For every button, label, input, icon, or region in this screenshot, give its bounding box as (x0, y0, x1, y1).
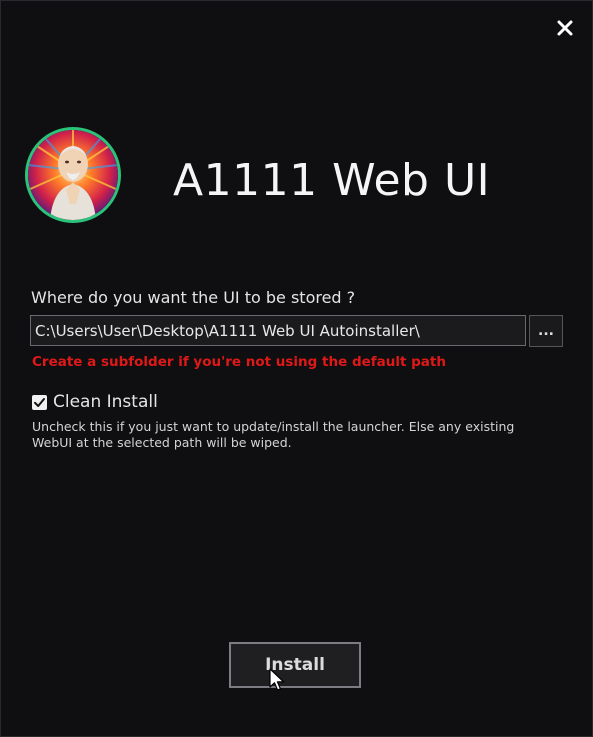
browse-button[interactable]: ... (529, 315, 563, 347)
install-path-prompt: Where do you want the UI to be stored ? (31, 288, 356, 307)
clean-install-checkbox[interactable] (32, 395, 47, 410)
clean-install-hint: Uncheck this if you just want to update/… (32, 419, 515, 450)
install-path-input[interactable] (30, 315, 526, 346)
installer-window: A1111 Web UI Where do you want the UI to… (0, 0, 593, 737)
subfolder-warning: Create a subfolder if you're not using t… (32, 354, 446, 370)
checkmark-icon (34, 398, 45, 407)
close-icon[interactable] (556, 19, 574, 37)
app-title: A1111 Web UI (173, 155, 491, 206)
install-button[interactable]: Install (229, 642, 361, 688)
clean-install-label[interactable]: Clean Install (53, 392, 158, 412)
portrait-icon (28, 130, 118, 220)
mouse-cursor-icon (269, 668, 285, 691)
app-logo-avatar (25, 127, 121, 223)
